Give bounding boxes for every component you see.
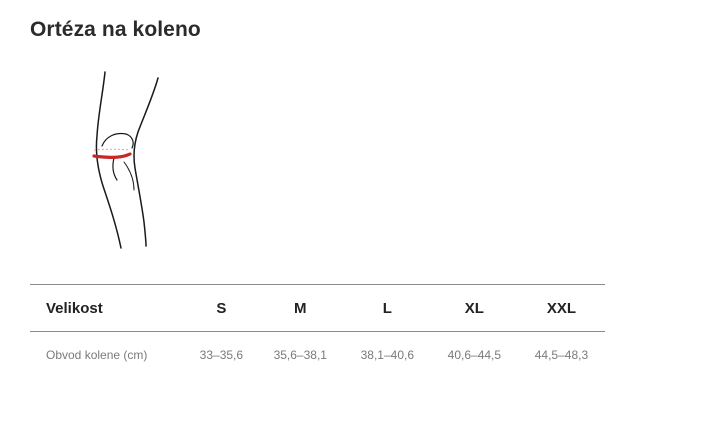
value-xl: 40,6–44,5 [447, 348, 502, 362]
header-label: Velikost [46, 299, 103, 317]
size-table: Velikost S M L XL XXL Obvod kolene (cm) … [30, 284, 605, 378]
size-header-xxl: XXL [546, 299, 577, 317]
knee-measurement-icon [92, 71, 159, 249]
size-header-m: M [294, 299, 307, 317]
table-header-row: Velikost S M L XL XXL [30, 284, 605, 332]
size-header-xl: XL [464, 299, 484, 317]
page-title: Ortéza na koleno [30, 18, 201, 41]
size-header-s: S [216, 299, 227, 317]
measurement-band [92, 152, 132, 159]
value-s: 33–35,6 [199, 348, 244, 362]
size-header-l: L [382, 299, 392, 317]
value-l: 38,1–40,6 [360, 348, 415, 362]
table-row: Obvod kolene (cm) 33–35,6 35,6–38,1 38,1… [30, 332, 605, 379]
value-m: 35,6–38,1 [273, 348, 327, 362]
row-label: Obvod kolene (cm) [46, 348, 148, 362]
value-xxl: 44,5–48,3 [534, 348, 589, 362]
